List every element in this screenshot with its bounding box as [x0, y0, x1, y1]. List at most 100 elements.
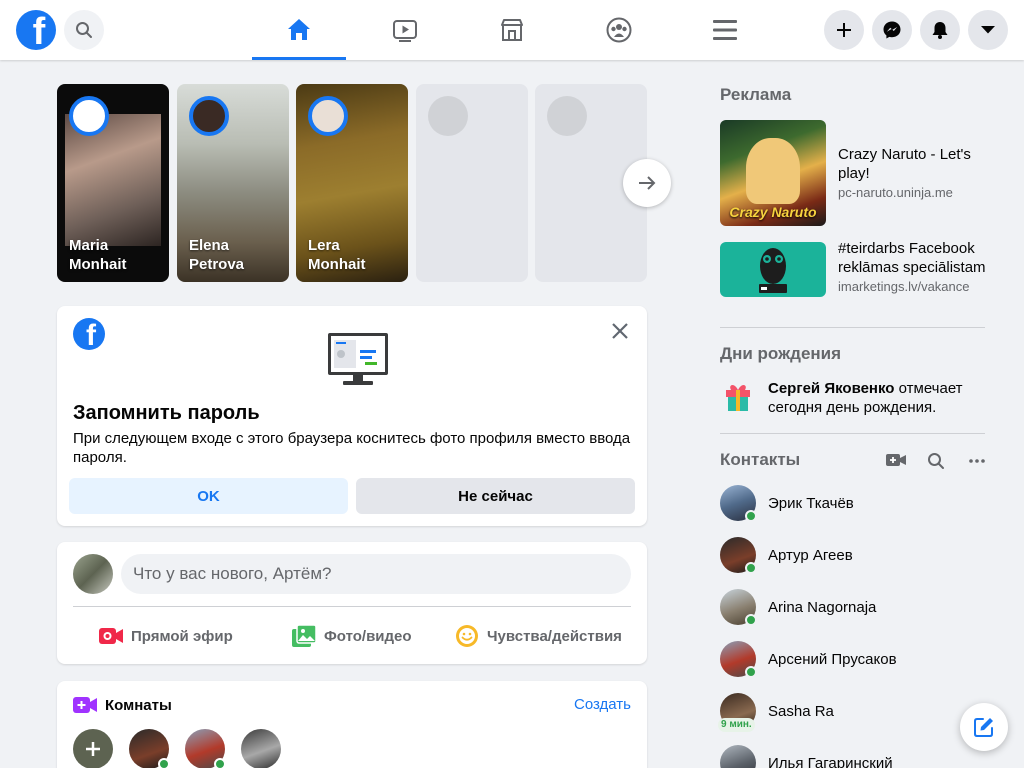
- contact-item[interactable]: Илья Гагаринский: [720, 743, 985, 768]
- avatar: [189, 96, 229, 136]
- arrow-right-icon: [639, 176, 656, 190]
- search-button[interactable]: [64, 10, 104, 50]
- online-indicator: [745, 510, 757, 522]
- birthday-text: Сергей Яковенко отмечает сегодня день ро…: [768, 379, 985, 417]
- new-message-button[interactable]: [960, 703, 1008, 751]
- avatar[interactable]: [73, 554, 113, 594]
- contact-item[interactable]: Арсений Прусаков: [720, 639, 985, 679]
- home-icon: [288, 19, 310, 40]
- story-card[interactable]: Elena Petrova: [177, 84, 289, 282]
- facebook-logo-icon[interactable]: f: [16, 10, 56, 50]
- room-avatar[interactable]: [129, 729, 170, 768]
- compose-icon: [974, 718, 993, 737]
- ad-text[interactable]: Crazy Naruto - Let's play! pc-naruto.uni…: [838, 145, 988, 200]
- photo-video-button[interactable]: Фото/видео: [292, 620, 412, 652]
- ad-url: imarketings.lv/vakance: [838, 279, 970, 294]
- contact-item[interactable]: 9 мин. Sasha Ra: [718, 691, 985, 732]
- post-composer: Что у вас нового, Артём? Прямой эфир Фот…: [57, 542, 647, 664]
- avatar: [720, 745, 756, 768]
- birthdays-title: Дни рождения: [720, 344, 842, 363]
- room-avatar[interactable]: [185, 729, 226, 768]
- avatar: [308, 96, 348, 136]
- online-indicator: [158, 758, 170, 768]
- online-indicator: [745, 562, 757, 574]
- logo-letter: f: [32, 11, 46, 50]
- divider: [73, 606, 631, 607]
- story-author: Elena Petrova: [189, 237, 245, 273]
- contact-item[interactable]: Arina Nagornaja: [720, 587, 985, 627]
- rooms-card: Комнаты Создать: [57, 681, 647, 768]
- story-author: Maria Monhait: [69, 237, 127, 273]
- rooms-title: Комнаты: [105, 697, 172, 714]
- live-video-button[interactable]: Прямой эфир: [99, 620, 233, 652]
- top-navigation-bar: f: [0, 0, 1024, 60]
- plus-icon: [86, 742, 100, 756]
- new-room-button[interactable]: [886, 452, 908, 472]
- watch-icon: [393, 20, 417, 42]
- tab-watch[interactable]: [358, 0, 452, 60]
- status-input[interactable]: Что у вас нового, Артём?: [121, 554, 631, 594]
- not-now-button[interactable]: Не сейчас: [356, 478, 635, 514]
- groups-icon: [606, 17, 632, 43]
- menu-icon: [713, 20, 737, 40]
- room-avatar[interactable]: [241, 729, 281, 768]
- notifications-icon: [932, 22, 948, 39]
- smile-icon: [456, 625, 478, 647]
- feeling-activity-button[interactable]: Чувства/действия: [455, 620, 622, 652]
- create-button[interactable]: [824, 10, 864, 50]
- search-contacts-button[interactable]: [927, 452, 947, 472]
- card-description: При следующем входе с этого браузера кос…: [73, 430, 631, 466]
- card-title: Запомнить пароль: [73, 402, 260, 424]
- story-card[interactable]: Lera Monhait: [296, 84, 408, 282]
- divider: [720, 433, 985, 434]
- ads-title: Реклама: [720, 85, 792, 104]
- account-button[interactable]: [968, 10, 1008, 50]
- ad-title: Crazy Naruto - Let's play!: [838, 146, 971, 182]
- create-room-link[interactable]: Создать: [574, 696, 631, 713]
- create-room-button[interactable]: [73, 729, 113, 768]
- contact-name: Эрик Ткачёв: [768, 494, 854, 512]
- close-button[interactable]: [609, 320, 631, 342]
- ad-image-caption: Crazy Naruto: [729, 204, 817, 220]
- video-plus-icon: [886, 454, 906, 466]
- contact-name: Sasha Ra: [768, 702, 834, 720]
- stories-next-button[interactable]: [623, 159, 671, 207]
- ad-image[interactable]: [720, 242, 826, 297]
- contact-name: Артур Агеев: [768, 546, 853, 564]
- tab-marketplace[interactable]: [465, 0, 559, 60]
- ad-image[interactable]: Crazy Naruto: [720, 120, 826, 226]
- ad-text[interactable]: #teirdarbs Facebook reklāmas speciālista…: [838, 239, 988, 294]
- remember-password-card: f Запомнить пароль При следующем входе с…: [57, 306, 647, 526]
- messenger-button[interactable]: [872, 10, 912, 50]
- live-video-icon: [99, 628, 123, 644]
- tab-home[interactable]: [252, 0, 346, 60]
- birthday-person[interactable]: Сергей Яковенко: [768, 380, 894, 397]
- avatar: [720, 485, 757, 522]
- tab-groups[interactable]: [572, 0, 666, 60]
- ok-button[interactable]: OK: [69, 478, 348, 514]
- plus-icon: [837, 23, 851, 37]
- story-card[interactable]: Maria Monhait: [57, 84, 169, 282]
- contacts-options-button[interactable]: [968, 452, 988, 472]
- story-placeholder: [416, 84, 528, 282]
- account-dropdown-icon: [981, 26, 995, 34]
- contact-item[interactable]: Эрик Ткачёв: [720, 483, 985, 523]
- avatar: 9 мин.: [718, 693, 756, 732]
- ad-title: #teirdarbs Facebook reklāmas speciālista…: [838, 240, 986, 276]
- contact-name: Арсений Прусаков: [768, 650, 897, 668]
- facebook-logo-icon: f: [73, 318, 105, 350]
- contact-item[interactable]: Артур Агеев: [720, 535, 985, 575]
- notifications-button[interactable]: [920, 10, 960, 50]
- online-indicator: [214, 758, 226, 768]
- last-active-badge: 9 мин.: [718, 718, 755, 732]
- more-options-icon: [969, 459, 985, 463]
- tab-menu[interactable]: [678, 0, 772, 60]
- photo-video-label: Фото/видео: [324, 627, 412, 645]
- avatar: [720, 641, 757, 678]
- avatar: [720, 589, 757, 626]
- rooms-video-icon: [73, 697, 97, 713]
- owl-illustration-icon: [759, 248, 787, 293]
- computer-illustration-icon: [328, 333, 388, 385]
- close-icon: [612, 323, 628, 339]
- messenger-icon: [883, 21, 901, 39]
